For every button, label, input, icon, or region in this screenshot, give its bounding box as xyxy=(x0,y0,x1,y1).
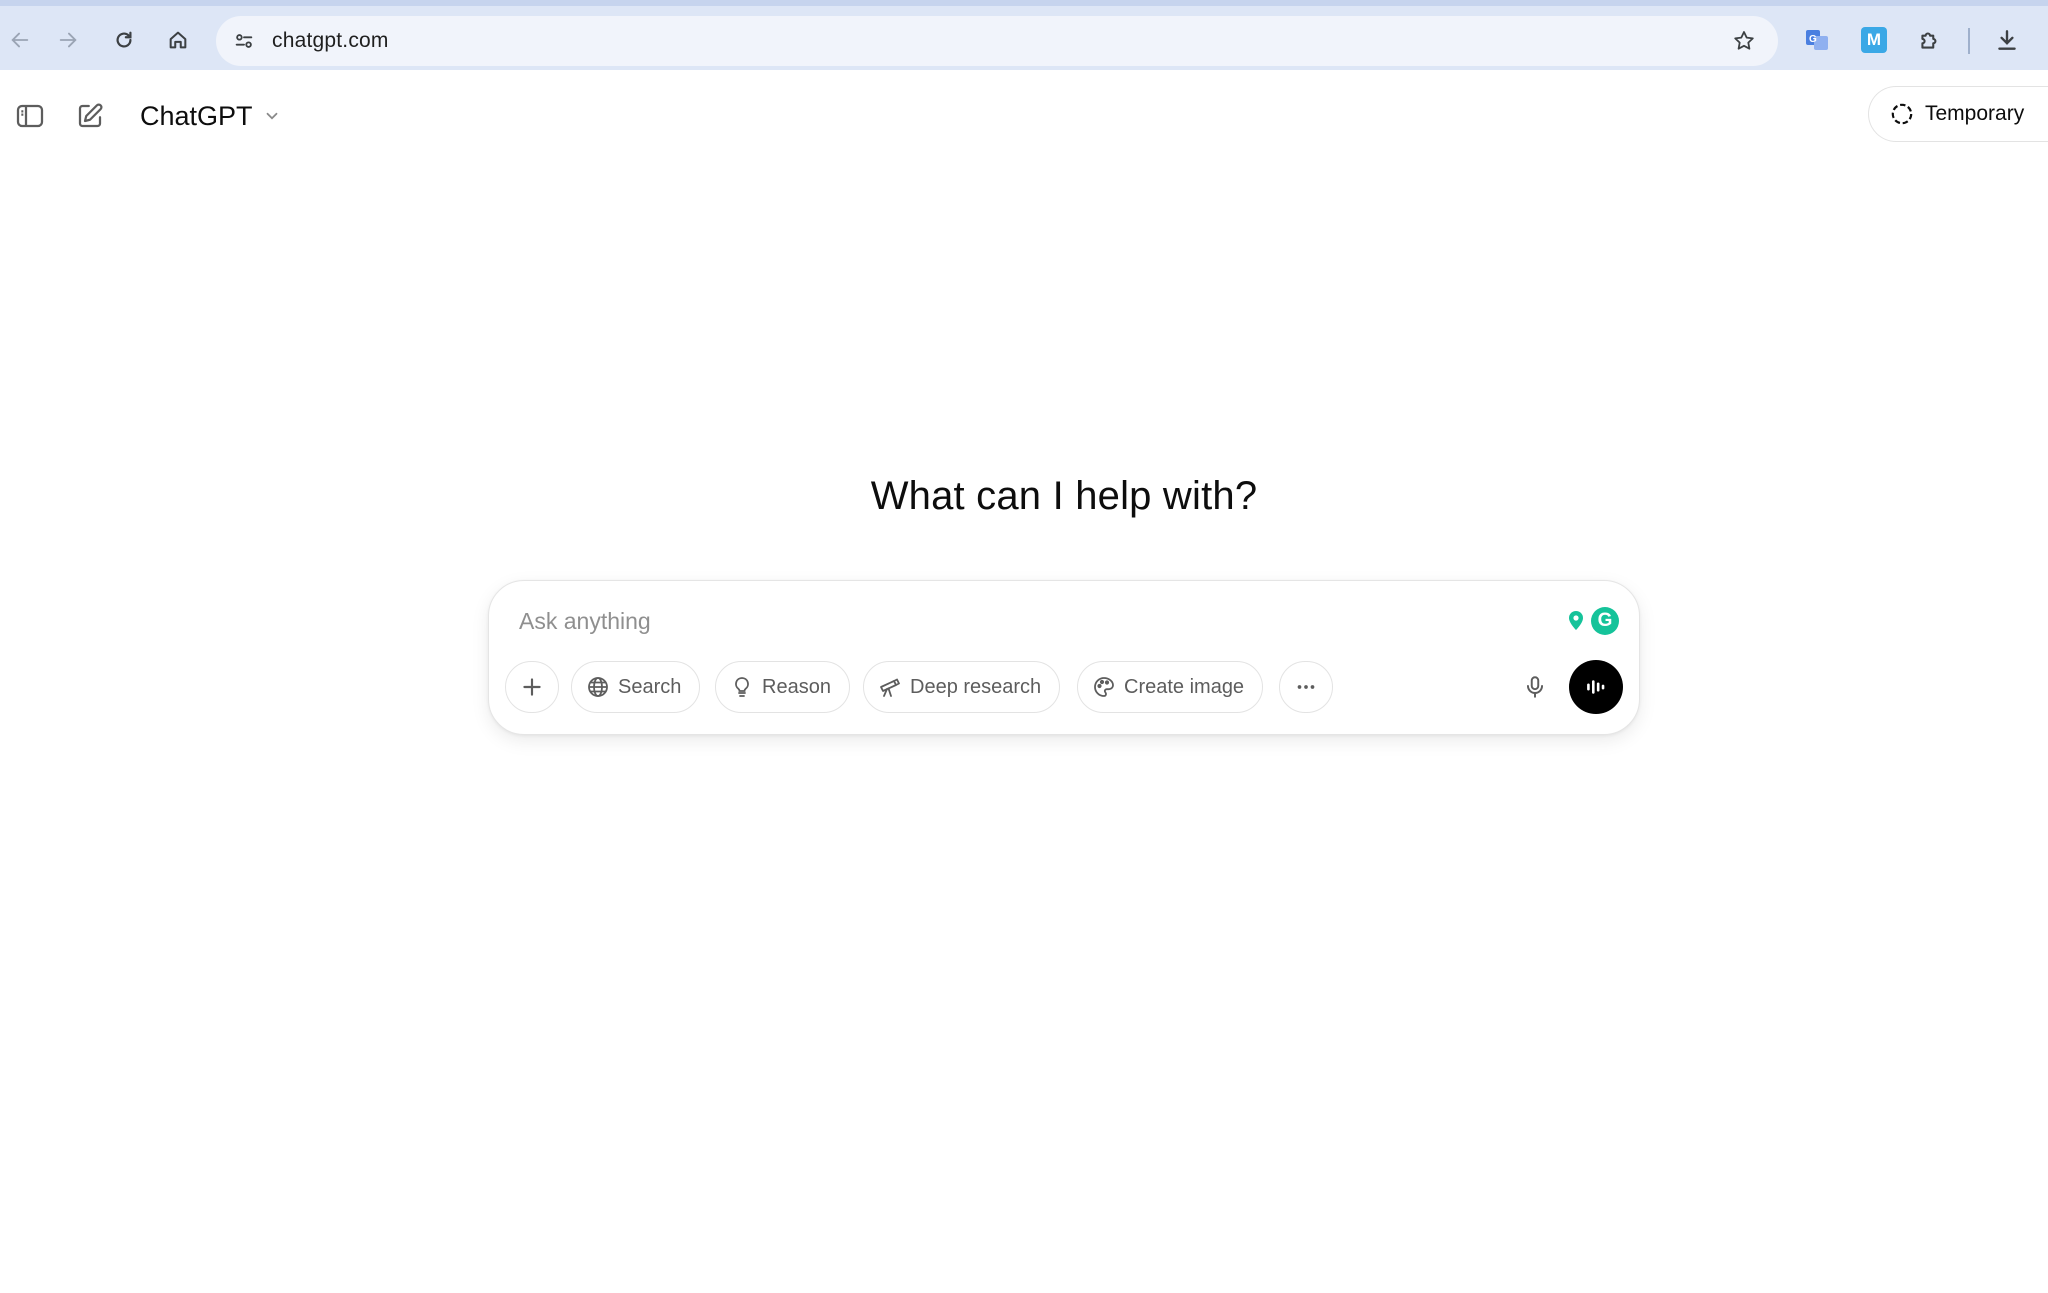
plus-icon xyxy=(523,678,541,696)
puzzle-icon xyxy=(1921,32,1937,49)
new-chat-button[interactable] xyxy=(70,96,110,136)
home-button[interactable] xyxy=(158,20,198,60)
tune-icon xyxy=(235,34,253,48)
site-info-button[interactable] xyxy=(224,21,264,61)
location-pin-icon xyxy=(1569,611,1583,630)
model-switcher[interactable]: ChatGPT xyxy=(136,94,285,138)
home-icon xyxy=(169,31,187,49)
globe-icon xyxy=(588,677,608,697)
sidebar-toggle-button[interactable] xyxy=(10,96,50,136)
m-extension-icon: M xyxy=(1861,27,1887,53)
lightbulb-icon xyxy=(735,677,749,697)
translate-icon: G xyxy=(1806,30,1828,50)
bookmark-button[interactable] xyxy=(1728,25,1760,57)
grammarly-letter: G xyxy=(1597,610,1613,631)
browser-toolbar: chatgpt.com G M xyxy=(0,0,2048,70)
forward-button[interactable] xyxy=(48,20,88,60)
download-icon xyxy=(1998,30,2016,50)
grammarly-icon: G xyxy=(1591,607,1619,635)
m-extension-button[interactable]: M xyxy=(1857,23,1891,57)
create-image-tool-button[interactable]: Create image xyxy=(1077,661,1264,713)
model-name: ChatGPT xyxy=(140,100,253,131)
star-icon xyxy=(1734,31,1754,50)
dictate-button[interactable] xyxy=(1509,661,1561,713)
page-title: What can I help with? xyxy=(870,474,1258,518)
translate-extension-button[interactable]: G xyxy=(1800,23,1834,57)
chevron-down-icon xyxy=(266,112,277,120)
back-button[interactable] xyxy=(0,20,40,60)
extensions-button[interactable] xyxy=(1913,23,1947,57)
deep-research-tool-label: Deep research xyxy=(910,675,1042,698)
create-image-tool-label: Create image xyxy=(1124,675,1245,698)
telescope-icon xyxy=(880,678,900,697)
toolbar-divider xyxy=(1968,28,1970,54)
arrow-left-icon xyxy=(11,32,29,48)
url-text: chatgpt.com xyxy=(272,29,389,52)
composer: G Search Reason Deep research Create ima… xyxy=(488,580,1640,735)
downloads-button[interactable] xyxy=(1990,23,2024,57)
microphone-icon xyxy=(1526,676,1544,698)
add-attachment-button[interactable] xyxy=(505,661,559,713)
ellipsis-icon xyxy=(1297,685,1315,689)
sidebar-icon xyxy=(16,104,44,128)
temporary-label: Temporary xyxy=(1925,102,2025,125)
search-tool-label: Search xyxy=(618,675,682,698)
reload-icon xyxy=(116,31,132,48)
palette-icon xyxy=(1094,677,1114,697)
temporary-chat-button[interactable]: Temporary xyxy=(1868,86,2048,142)
more-tools-button[interactable] xyxy=(1279,661,1333,713)
svg-text:G: G xyxy=(1809,34,1817,45)
deep-research-tool-button[interactable]: Deep research xyxy=(863,661,1061,713)
reload-button[interactable] xyxy=(104,20,144,60)
pencil-square-icon xyxy=(78,103,103,128)
reason-tool-label: Reason xyxy=(762,675,831,698)
voice-waveform-icon xyxy=(1587,680,1605,694)
address-bar[interactable]: chatgpt.com xyxy=(216,16,1778,66)
voice-mode-button[interactable] xyxy=(1569,660,1623,714)
reason-tool-button[interactable]: Reason xyxy=(715,661,850,713)
m-extension-letter: M xyxy=(1866,30,1882,49)
dashed-circle-icon xyxy=(1891,103,1913,125)
prompt-input[interactable] xyxy=(517,603,1517,639)
grammarly-widget[interactable]: G xyxy=(1565,603,1619,639)
arrow-right-icon xyxy=(59,32,77,48)
search-tool-button[interactable]: Search xyxy=(571,661,701,713)
